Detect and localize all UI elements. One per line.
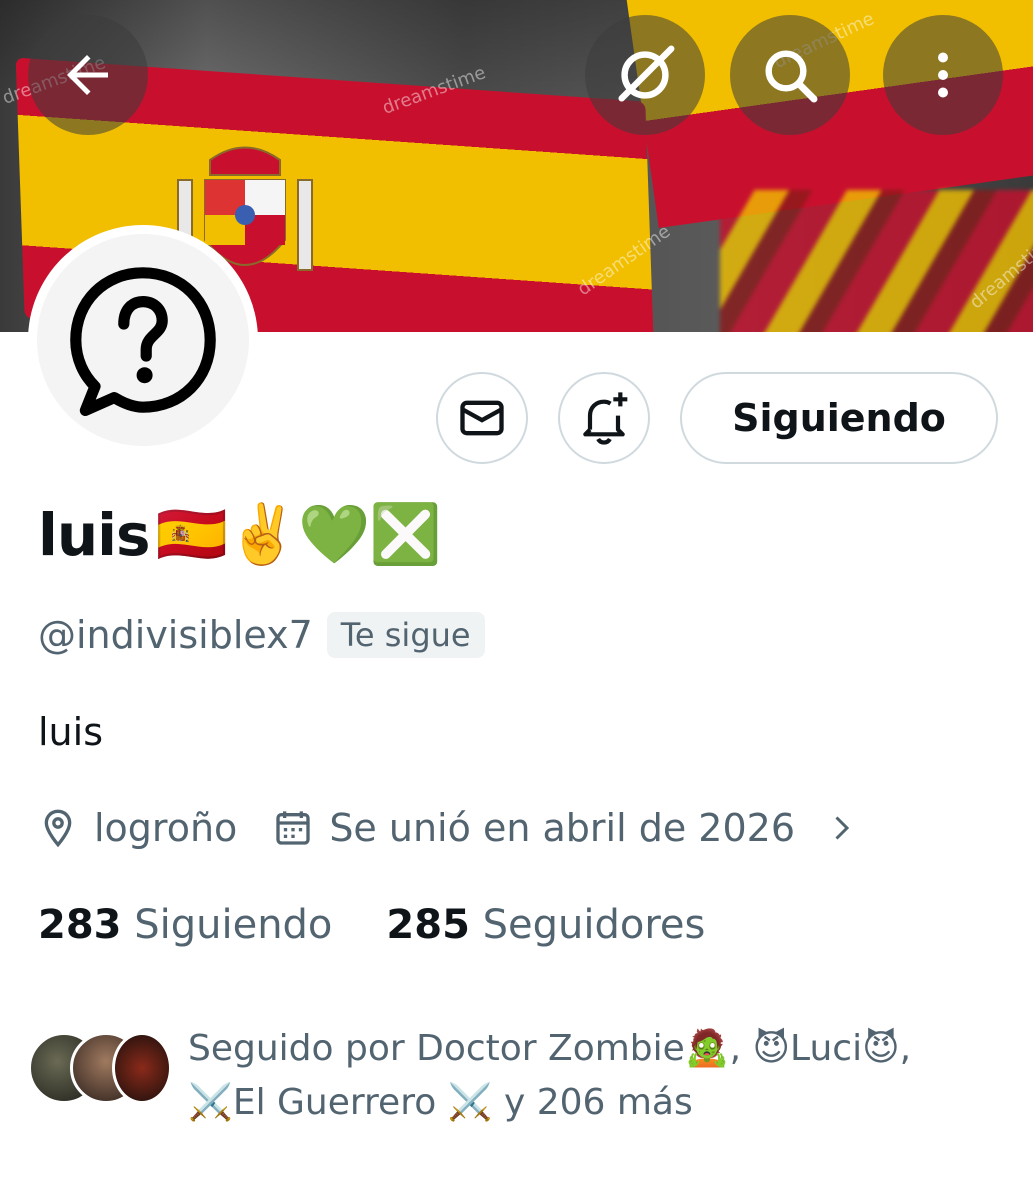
- followed-by-text: Seguido por Doctor Zombie🧟, 😈Luci😈, ⚔️El…: [188, 1022, 968, 1130]
- followers-count: 285: [386, 902, 470, 948]
- follows-you-badge: Te sigue: [326, 612, 485, 658]
- location-text: logroño: [94, 806, 238, 850]
- back-button[interactable]: [28, 15, 148, 135]
- followed-by-row[interactable]: Seguido por Doctor Zombie🧟, 😈Luci😈, ⚔️El…: [28, 1022, 968, 1130]
- following-stat[interactable]: 283 Siguiendo: [38, 902, 332, 948]
- chevron-right-icon: [835, 816, 850, 840]
- followed-by-line-2: ⚔️El Guerrero ⚔️ y 206 más: [188, 1082, 693, 1123]
- slashed-circle-icon: [618, 45, 675, 102]
- search-button[interactable]: [730, 15, 850, 135]
- profile-meta: logroño Se unió en abril de 2026: [38, 806, 859, 850]
- location-item: logroño: [38, 806, 237, 850]
- user-handle: @indivisiblex7: [38, 613, 313, 657]
- envelope-icon: [460, 400, 504, 436]
- follower-avatars: [28, 1022, 178, 1104]
- follower-avatar: [112, 1032, 172, 1104]
- notifications-button[interactable]: [558, 372, 650, 464]
- search-icon: [765, 50, 818, 103]
- followers-stat[interactable]: 285 Seguidores: [386, 902, 705, 948]
- more-vertical-icon: [938, 52, 948, 98]
- followed-by-line-1: Seguido por Doctor Zombie🧟, 😈Luci😈,: [188, 1028, 912, 1069]
- display-name-text: luis: [38, 500, 151, 569]
- question-speech-bubble-icon: [70, 267, 216, 416]
- following-count: 283: [38, 902, 122, 948]
- joined-item[interactable]: Se unió en abril de 2026: [273, 806, 859, 850]
- arrow-left-icon: [67, 55, 108, 95]
- followers-label: Seguidores: [482, 902, 706, 948]
- handle-row: @indivisiblex7 Te sigue: [38, 612, 485, 658]
- more-options-button[interactable]: [883, 15, 1003, 135]
- following-label: Siguiendo: [134, 902, 333, 948]
- profile-bio: luis: [38, 710, 103, 754]
- grok-button[interactable]: [585, 15, 705, 135]
- joined-date-text: Se unió en abril de 2026: [329, 806, 795, 850]
- display-name-emojis: 🇪🇸✌️💚❎: [155, 500, 442, 568]
- profile-avatar[interactable]: [28, 225, 258, 455]
- profile-stats: 283 Siguiendo 285 Seguidores: [38, 902, 705, 948]
- location-pin-icon: [44, 809, 72, 848]
- avatar-image: [37, 234, 249, 446]
- calendar-icon: [276, 811, 310, 845]
- following-button[interactable]: Siguiendo: [680, 372, 998, 464]
- banner-flags-crowd: [720, 190, 1033, 332]
- message-button[interactable]: [436, 372, 528, 464]
- display-name: luis 🇪🇸✌️💚❎: [38, 500, 442, 569]
- bell-plus-icon: [583, 392, 628, 445]
